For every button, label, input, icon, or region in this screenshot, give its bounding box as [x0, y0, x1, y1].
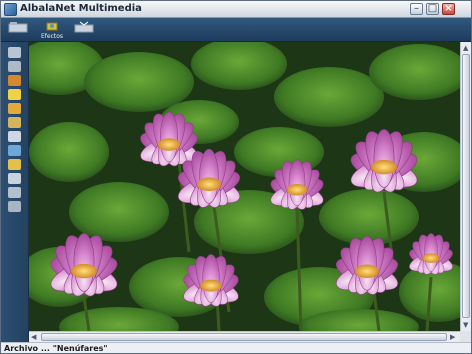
window-title: AlbalaNet Multimedia	[20, 3, 142, 14]
effects-icon	[46, 22, 58, 31]
status-text: Archivo ... "Nenúfares"	[4, 344, 108, 353]
arrows-icon[interactable]	[8, 131, 21, 142]
title-bar[interactable]: AlbalaNet Multimedia – □ ×	[1, 1, 471, 18]
folder-icon	[8, 22, 28, 33]
palette-icon[interactable]	[8, 75, 21, 86]
star-icon[interactable]	[8, 159, 21, 170]
photo-viewer[interactable]	[29, 42, 460, 331]
minimize-button[interactable]: –	[410, 3, 423, 15]
printer-icon[interactable]	[8, 187, 21, 198]
close-icon: ×	[444, 3, 453, 14]
calendar-icon[interactable]	[8, 117, 21, 128]
effects-label: Efectos	[40, 33, 64, 40]
search-icon[interactable]	[8, 173, 21, 184]
app-icon	[4, 3, 17, 16]
vertical-scroll-thumb[interactable]	[462, 54, 470, 318]
lightning-icon[interactable]	[8, 89, 21, 100]
image-icon[interactable]	[8, 103, 21, 114]
folder-icon[interactable]	[8, 61, 21, 72]
scroll-corner	[460, 331, 471, 342]
scroll-up-icon[interactable]: ▲	[463, 43, 468, 53]
scroll-left-icon[interactable]: ◀	[31, 332, 36, 342]
effects-button[interactable]: Efectos	[39, 20, 65, 40]
settings-icon[interactable]	[8, 201, 21, 212]
horizontal-scrollbar[interactable]: ◀ ▶	[29, 331, 460, 342]
toolbar: Efectos	[1, 18, 471, 42]
scroll-down-icon[interactable]: ▼	[463, 320, 468, 330]
minimize-icon: –	[414, 3, 419, 14]
app-window: AlbalaNet Multimedia – □ × Efectos ▲ ▼ ◀…	[0, 0, 472, 354]
water-lilies-photo	[29, 42, 460, 331]
tools-sidebar	[1, 42, 29, 342]
landscape-icon[interactable]	[8, 145, 21, 156]
export-icon	[74, 21, 94, 33]
open-folder-button[interactable]	[5, 20, 31, 40]
vertical-scrollbar[interactable]: ▲ ▼	[460, 42, 471, 331]
export-button[interactable]	[71, 20, 97, 40]
document-icon[interactable]	[8, 47, 21, 58]
status-bar: Archivo ... "Nenúfares"	[1, 342, 471, 353]
maximize-button[interactable]: □	[426, 3, 439, 15]
horizontal-scroll-thumb[interactable]	[41, 333, 447, 341]
maximize-icon: □	[427, 3, 438, 14]
close-button[interactable]: ×	[442, 3, 455, 15]
scroll-right-icon[interactable]: ▶	[450, 332, 455, 342]
